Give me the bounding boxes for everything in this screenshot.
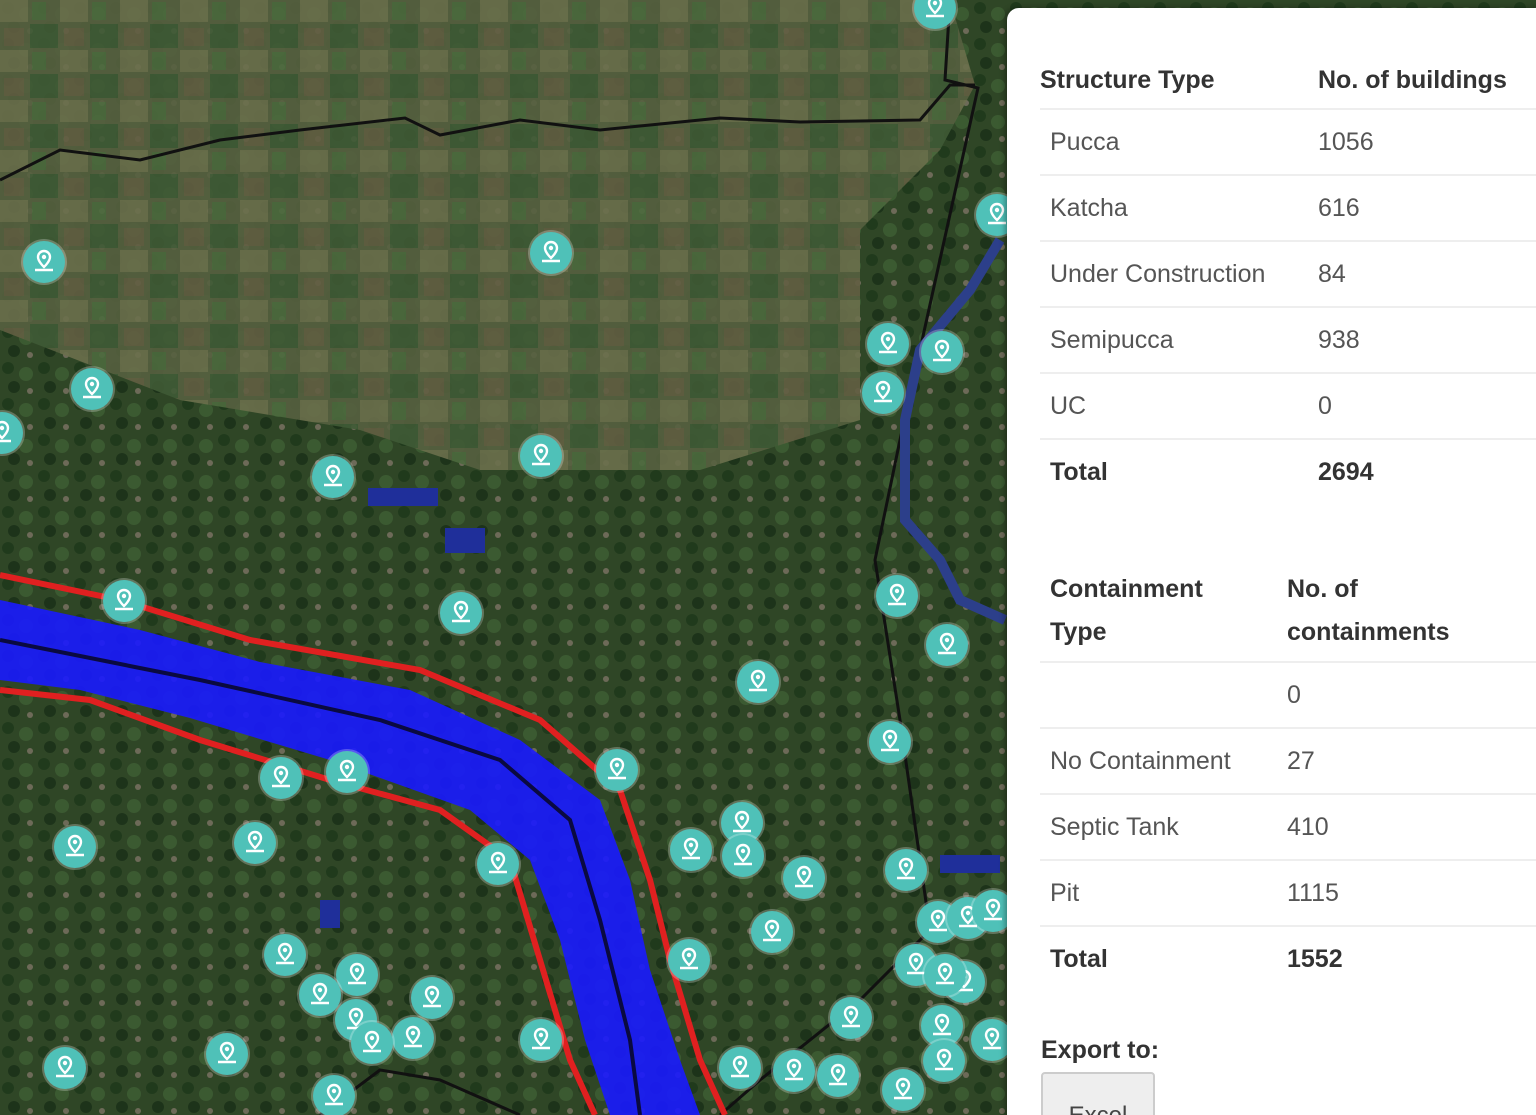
map-marker-icon[interactable] [313,1075,355,1115]
structure-type-cell: Under Construction [1040,240,1318,307]
column-header-no-of-containments: No. of containments [1287,575,1450,646]
map-marker-icon[interactable] [751,911,793,953]
map-marker-icon[interactable] [264,934,306,976]
statistics-panel: Structure Type No. of buildings Pucca 10… [1007,8,1536,1115]
map-marker-icon[interactable] [783,857,825,899]
map-marker-icon[interactable] [869,721,911,763]
map-marker-icon[interactable] [411,977,453,1019]
map-marker-icon[interactable] [817,1055,859,1097]
map-marker-icon[interactable] [44,1047,86,1089]
excel-export-button[interactable]: Excel [1041,1072,1155,1115]
table-row: Semipucca 938 [1040,306,1536,373]
structure-type-table: Structure Type No. of buildings Pucca 10… [1040,53,1536,504]
table-row: UC 0 [1040,372,1536,439]
map-marker-icon[interactable] [234,822,276,864]
building-count-cell: 0 [1318,372,1536,439]
map-marker-icon[interactable] [312,456,354,498]
total-buildings-value: 2694 [1318,438,1536,504]
table-row: Pit 1115 [1040,859,1536,926]
building-count-cell: 84 [1318,240,1536,307]
column-header-containment-type: Containment Type [1050,575,1203,646]
column-header-structure-type: Structure Type [1040,66,1215,94]
map-marker-icon[interactable] [885,849,927,891]
structure-type-cell: Semipucca [1040,306,1318,373]
map-marker-icon[interactable] [23,241,65,283]
app-view: Structure Type No. of buildings Pucca 10… [0,0,1536,1115]
structure-type-cell: Katcha [1040,174,1318,241]
table-total-row: Total 2694 [1040,438,1536,504]
map-marker-icon[interactable] [737,661,779,703]
structure-type-cell: Pucca [1040,108,1318,175]
table-header-row: Structure Type No. of buildings [1040,53,1536,109]
export-label: Export to: [1041,1036,1160,1064]
containment-type-cell [1040,661,1287,728]
column-header-no-of-buildings: No. of buildings [1318,66,1507,94]
map-marker-icon[interactable] [326,751,368,793]
table-row: Katcha 616 [1040,174,1536,241]
table-row: Septic Tank 410 [1040,793,1536,860]
map-marker-icon[interactable] [299,974,341,1016]
containment-type-cell: No Containment [1040,727,1287,794]
total-label: Total [1040,438,1318,504]
table-row: No Containment 27 [1040,727,1536,794]
map-marker-icon[interactable] [336,954,378,996]
map-marker-icon[interactable] [773,1050,815,1092]
map-marker-icon[interactable] [520,1019,562,1061]
map-marker-icon[interactable] [924,954,966,996]
map-marker-icon[interactable] [921,331,963,373]
containment-type-table: Containment Type No. of containments 0 N… [1040,561,1536,991]
map-marker-icon[interactable] [719,1047,761,1089]
map-marker-icon[interactable] [54,826,96,868]
map-marker-icon[interactable] [830,997,872,1039]
table-row: Pucca 1056 [1040,108,1536,175]
table-row: Under Construction 84 [1040,240,1536,307]
building-count-cell: 616 [1318,174,1536,241]
building-count-cell: 938 [1318,306,1536,373]
map-marker-icon[interactable] [71,368,113,410]
map-marker-icon[interactable] [862,372,904,414]
containment-type-cell: Septic Tank [1040,793,1287,860]
structure-type-cell: UC [1040,372,1318,439]
map-marker-icon[interactable] [530,232,572,274]
map-marker-icon[interactable] [926,624,968,666]
map-marker-icon[interactable] [596,749,638,791]
building-count-cell: 1056 [1318,108,1536,175]
map-marker-icon[interactable] [722,835,764,877]
table-row: 0 [1040,661,1536,728]
map-marker-icon[interactable] [670,829,712,871]
map-marker-icon[interactable] [206,1033,248,1075]
map-marker-icon[interactable] [392,1017,434,1059]
containment-count-cell: 410 [1287,793,1536,860]
map-marker-icon[interactable] [867,323,909,365]
map-marker-icon[interactable] [923,1040,965,1082]
total-label: Total [1040,925,1287,991]
map-marker-icon[interactable] [882,1069,924,1111]
map-marker-icon[interactable] [260,757,302,799]
map-marker-icon[interactable] [477,843,519,885]
map-marker-icon[interactable] [876,575,918,617]
containment-count-cell: 27 [1287,727,1536,794]
total-containments-value: 1552 [1287,925,1536,991]
table-header-row: Containment Type No. of containments [1040,561,1536,662]
map-marker-icon[interactable] [103,580,145,622]
map-marker-icon[interactable] [440,592,482,634]
map-marker-icon[interactable] [351,1022,393,1064]
containment-type-cell: Pit [1040,859,1287,926]
containment-count-cell: 1115 [1287,859,1536,926]
map-marker-icon[interactable] [520,435,562,477]
containment-count-cell: 0 [1287,661,1536,728]
table-total-row: Total 1552 [1040,925,1536,991]
map-marker-icon[interactable] [668,939,710,981]
